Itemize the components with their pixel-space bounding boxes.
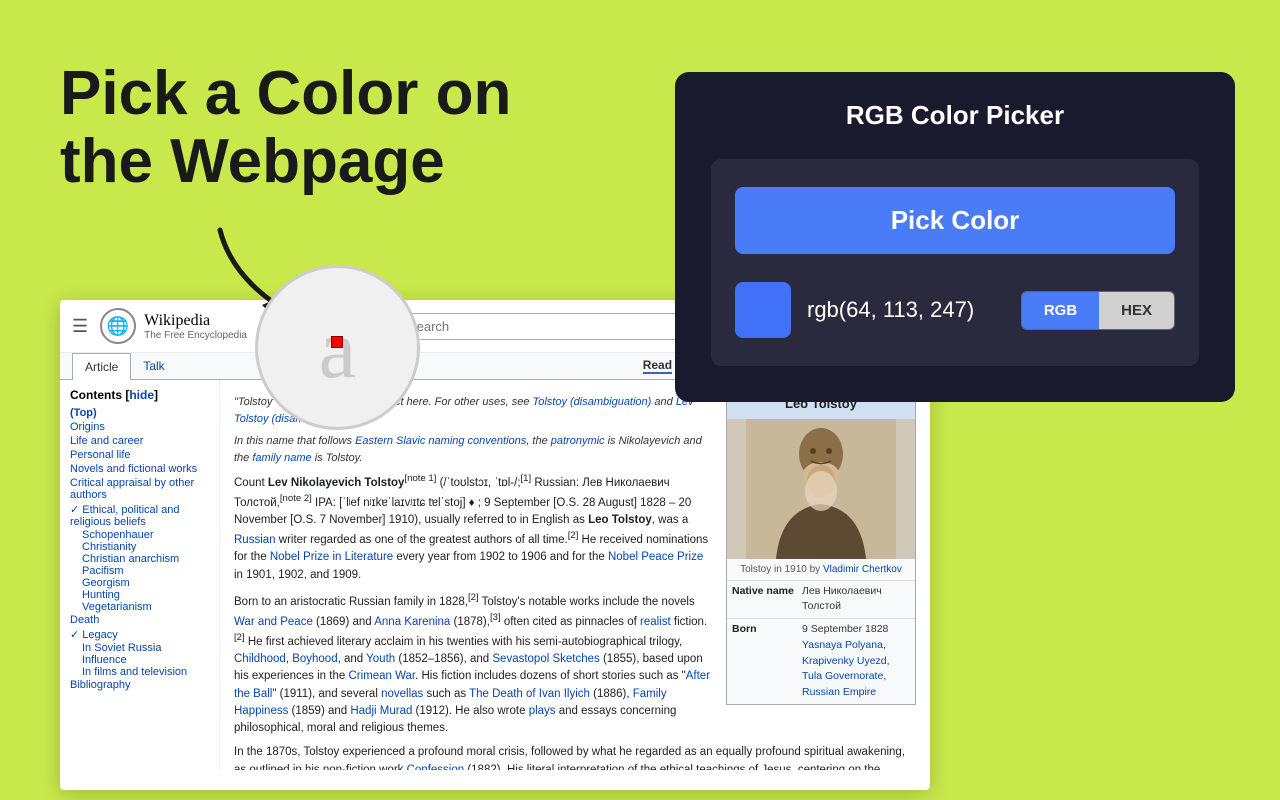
toc-life[interactable]: Life and career [70,434,209,448]
sevastopol-link[interactable]: Sevastopol Sketches [492,653,599,665]
color-picker-panel: RGB Color Picker Pick Color rgb(64, 113,… [675,72,1235,402]
toc-title: Contents [hide] [70,388,209,402]
russian-link[interactable]: Russian [234,534,276,546]
tab-read[interactable]: Read [643,358,672,374]
born-place-link[interactable]: Yasnaya Polyana [802,639,883,651]
toc-critical[interactable]: Critical appraisal by other authors [70,476,209,502]
format-toggle: RGB HEX [1021,291,1175,330]
hadji-link[interactable]: Hadji Murad [350,705,412,717]
youth-link[interactable]: Youth [366,653,395,665]
pick-color-button[interactable]: Pick Color [735,187,1175,254]
wiki-toc: Contents [hide] (Top) Origins Life and c… [60,380,220,770]
main-title: Pick a Color on the Webpage [60,60,511,196]
crimean-link[interactable]: Crimean War [348,670,415,682]
title-line2: the Webpage [60,128,511,196]
nobel-peace-link[interactable]: Nobel Peace Prize [608,551,703,563]
toc-films[interactable]: In films and television [70,666,209,678]
toc-novels[interactable]: Novels and fictional works [70,462,209,476]
wiki-logo-icon: 🌐 [100,308,136,344]
toc-death[interactable]: Death [70,613,209,627]
article-para3: In the 1870s, Tolstoy experienced a prof… [234,744,916,770]
infobox-caption-link[interactable]: Vladimir Chertkov [823,564,902,575]
wiki-infobox: Leo Tolstoy [726,388,916,705]
childhood-link[interactable]: Childhood [234,653,286,665]
naming-conv-link[interactable]: Eastern Slavic naming conventions [355,435,526,447]
wiki-content: Contents [hide] (Top) Origins Life and c… [60,380,930,770]
toc-top[interactable]: (Top) [70,406,209,420]
toc-influence[interactable]: Influence [70,654,209,666]
toc-ethical[interactable]: ✓ Ethical, political and religious belie… [70,502,209,529]
color-result-row: rgb(64, 113, 247) RGB HEX [735,282,1175,338]
wiki-article-main: Leo Tolstoy [220,380,930,770]
toc-christian-anarchism[interactable]: Christian anarchism [70,553,209,565]
infobox-born-label: Born [732,622,802,701]
plays-link[interactable]: plays [529,705,556,717]
boyhood-link[interactable]: Boyhood [292,653,337,665]
color-picker-title: RGB Color Picker [711,100,1199,131]
format-rgb-button[interactable]: RGB [1022,292,1099,329]
toc-personal[interactable]: Personal life [70,448,209,462]
toc-christianity[interactable]: Christianity [70,541,209,553]
novellas-link[interactable]: novellas [381,688,423,700]
color-value-text: rgb(64, 113, 247) [807,297,1005,323]
realist-link[interactable]: realist [640,616,671,628]
tab-talk[interactable]: Talk [131,353,176,379]
magnifier-overlay: a [255,265,420,430]
toc-hide-btn[interactable]: hide [129,388,154,402]
toc-origins[interactable]: Origins [70,420,209,434]
toc-bibliography[interactable]: Bibliography [70,678,209,692]
infobox-born-value: 9 September 1828 Yasnaya Polyana, Krapiv… [802,622,910,701]
toc-legacy[interactable]: ✓ Legacy [70,627,209,642]
death-ivan-link[interactable]: The Death of Ivan Ilyich [469,688,590,700]
family-name-link[interactable]: family name [252,452,311,464]
confession-link[interactable]: Confession [407,764,465,770]
magnifier-content: a [319,296,357,399]
family-hap-link[interactable]: Family Happiness [234,688,667,717]
infobox-native-name: Native name Лев Николаевич Толстой [727,580,915,619]
anna-kar-link[interactable]: Anna Karenina [374,616,450,628]
toc-schopenhauer[interactable]: Schopenhauer [70,529,209,541]
format-hex-button[interactable]: HEX [1099,292,1174,329]
infobox-caption: Tolstoy in 1910 by Vladimir Chertkov [727,559,915,580]
toc-georgism[interactable]: Georgism [70,577,209,589]
search-input[interactable] [399,313,679,340]
title-line1: Pick a Color on [60,60,511,128]
infobox-born: Born 9 September 1828 Yasnaya Polyana, K… [727,618,915,704]
infobox-image [727,419,915,559]
toc-hunting[interactable]: Hunting [70,589,209,601]
hamburger-icon[interactable]: ☰ [72,316,88,337]
tolstoy-disambig-link[interactable]: Tolstoy (disambiguation) [533,396,652,408]
toc-pacifism[interactable]: Pacifism [70,565,209,577]
nobel-lit-link[interactable]: Nobel Prize in Literature [270,551,393,563]
infobox-native-name-value: Лев Николаевич Толстой [802,584,910,616]
toc-soviet[interactable]: In Soviet Russia [70,642,209,654]
war-peace-link[interactable]: War and Peace [234,616,313,628]
toc-vegetarianism[interactable]: Vegetarianism [70,601,209,613]
color-swatch [735,282,791,338]
tab-article[interactable]: Article [72,353,131,380]
infobox-native-name-label: Native name [732,584,802,616]
patronymic-link[interactable]: patronymic [551,435,605,447]
